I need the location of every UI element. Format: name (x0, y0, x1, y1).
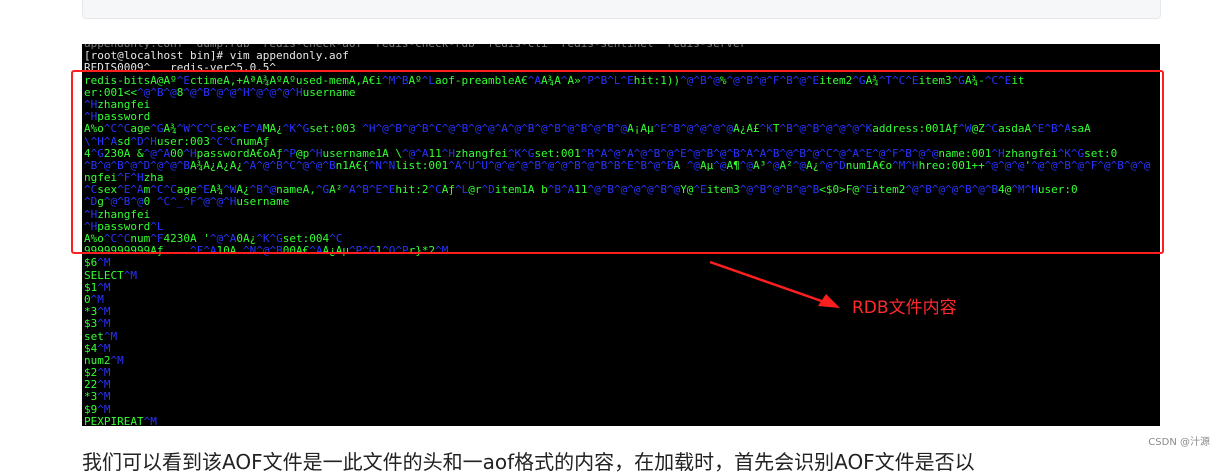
terminal-line: PEXPIREAT^M (84, 416, 1156, 426)
terminal-line: $3^M (84, 318, 1156, 330)
article-paragraph: 我们可以看到该AOF文件是一此文件的头和一aof格式的内容，在加载时，首先会识别… (82, 450, 975, 474)
terminal-line: *3^M (84, 306, 1156, 318)
terminal-text: *3 (84, 306, 98, 319)
terminal-text: ^M (97, 306, 111, 319)
terminal-text: ^M (97, 342, 111, 355)
terminal-text: $4 (84, 342, 98, 355)
terminal-text: set (84, 330, 104, 343)
terminal-line: set^M (84, 331, 1156, 343)
terminal-text: ^M (103, 330, 118, 343)
terminal-text: ^M (97, 367, 111, 380)
terminal-text: ^M (143, 415, 157, 426)
rdb-content-label: RDB文件内容 (852, 298, 957, 318)
terminal-text: ^M (97, 403, 111, 416)
terminal-text: PEXPIREAT (84, 415, 144, 426)
terminal-line: $2^M (84, 367, 1156, 379)
terminal-text: [root@localhost bin]# vim appendonly.aof (84, 50, 349, 63)
terminal-text: ^M (97, 257, 111, 270)
terminal-line: 22^M (84, 379, 1156, 391)
terminal-text: *3 (84, 391, 98, 404)
terminal-text: appendonly.conf dump.rdb redis-check-aof… (84, 44, 746, 50)
terminal-text: ^M (110, 354, 124, 367)
terminal-text: ^M (97, 318, 111, 331)
terminal-text: $2 (84, 367, 98, 380)
terminal-text: SELECT (84, 269, 124, 282)
terminal-line: $9^M (84, 404, 1156, 416)
terminal-line: num2^M (84, 355, 1156, 367)
terminal-line: [root@localhost bin]# vim appendonly.aof (84, 50, 1156, 62)
terminal-text: $9 (84, 403, 98, 416)
terminal-text: 0 (84, 293, 91, 306)
terminal-text: $1 (84, 281, 98, 294)
terminal-line: $1^M (84, 282, 1156, 294)
terminal-text: ^M (97, 391, 111, 404)
terminal-line: *3^M (84, 391, 1156, 403)
terminal-line: $6^M (84, 257, 1156, 269)
terminal-text: num2 (84, 354, 111, 367)
terminal-text: 22 (84, 379, 98, 392)
terminal-line: 0^M (84, 294, 1156, 306)
red-arrow-icon (709, 260, 840, 308)
terminal-text: ^M (97, 281, 111, 294)
terminal-line: SELECT^M (84, 270, 1156, 282)
terminal-text: ^M (97, 379, 111, 392)
previous-code-block (82, 0, 1161, 19)
terminal-line: $4^M (84, 343, 1156, 355)
terminal-text: ^M (123, 269, 137, 282)
terminal-text: $6 (84, 257, 98, 270)
csdn-watermark: CSDN @汁源 (1148, 437, 1210, 448)
terminal-text: $3 (84, 318, 98, 331)
terminal-text: ^M (90, 293, 104, 306)
rdb-highlight-box (71, 70, 1164, 254)
